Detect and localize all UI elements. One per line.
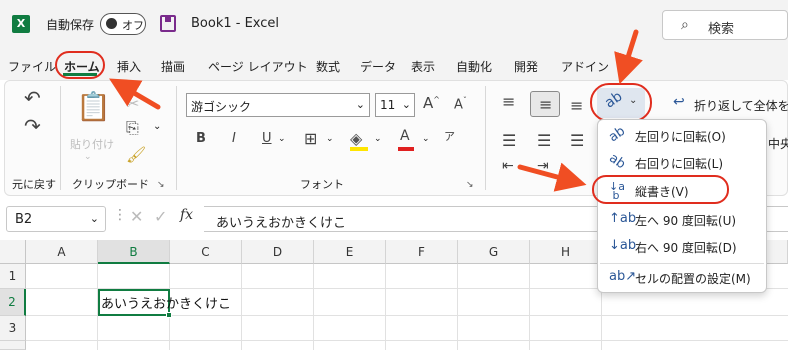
arrow-to-home-tab (109, 78, 161, 110)
arrow-to-orientation (614, 29, 643, 85)
annotation-arrows (109, 29, 643, 192)
arrow-to-vertical-text (517, 162, 587, 192)
